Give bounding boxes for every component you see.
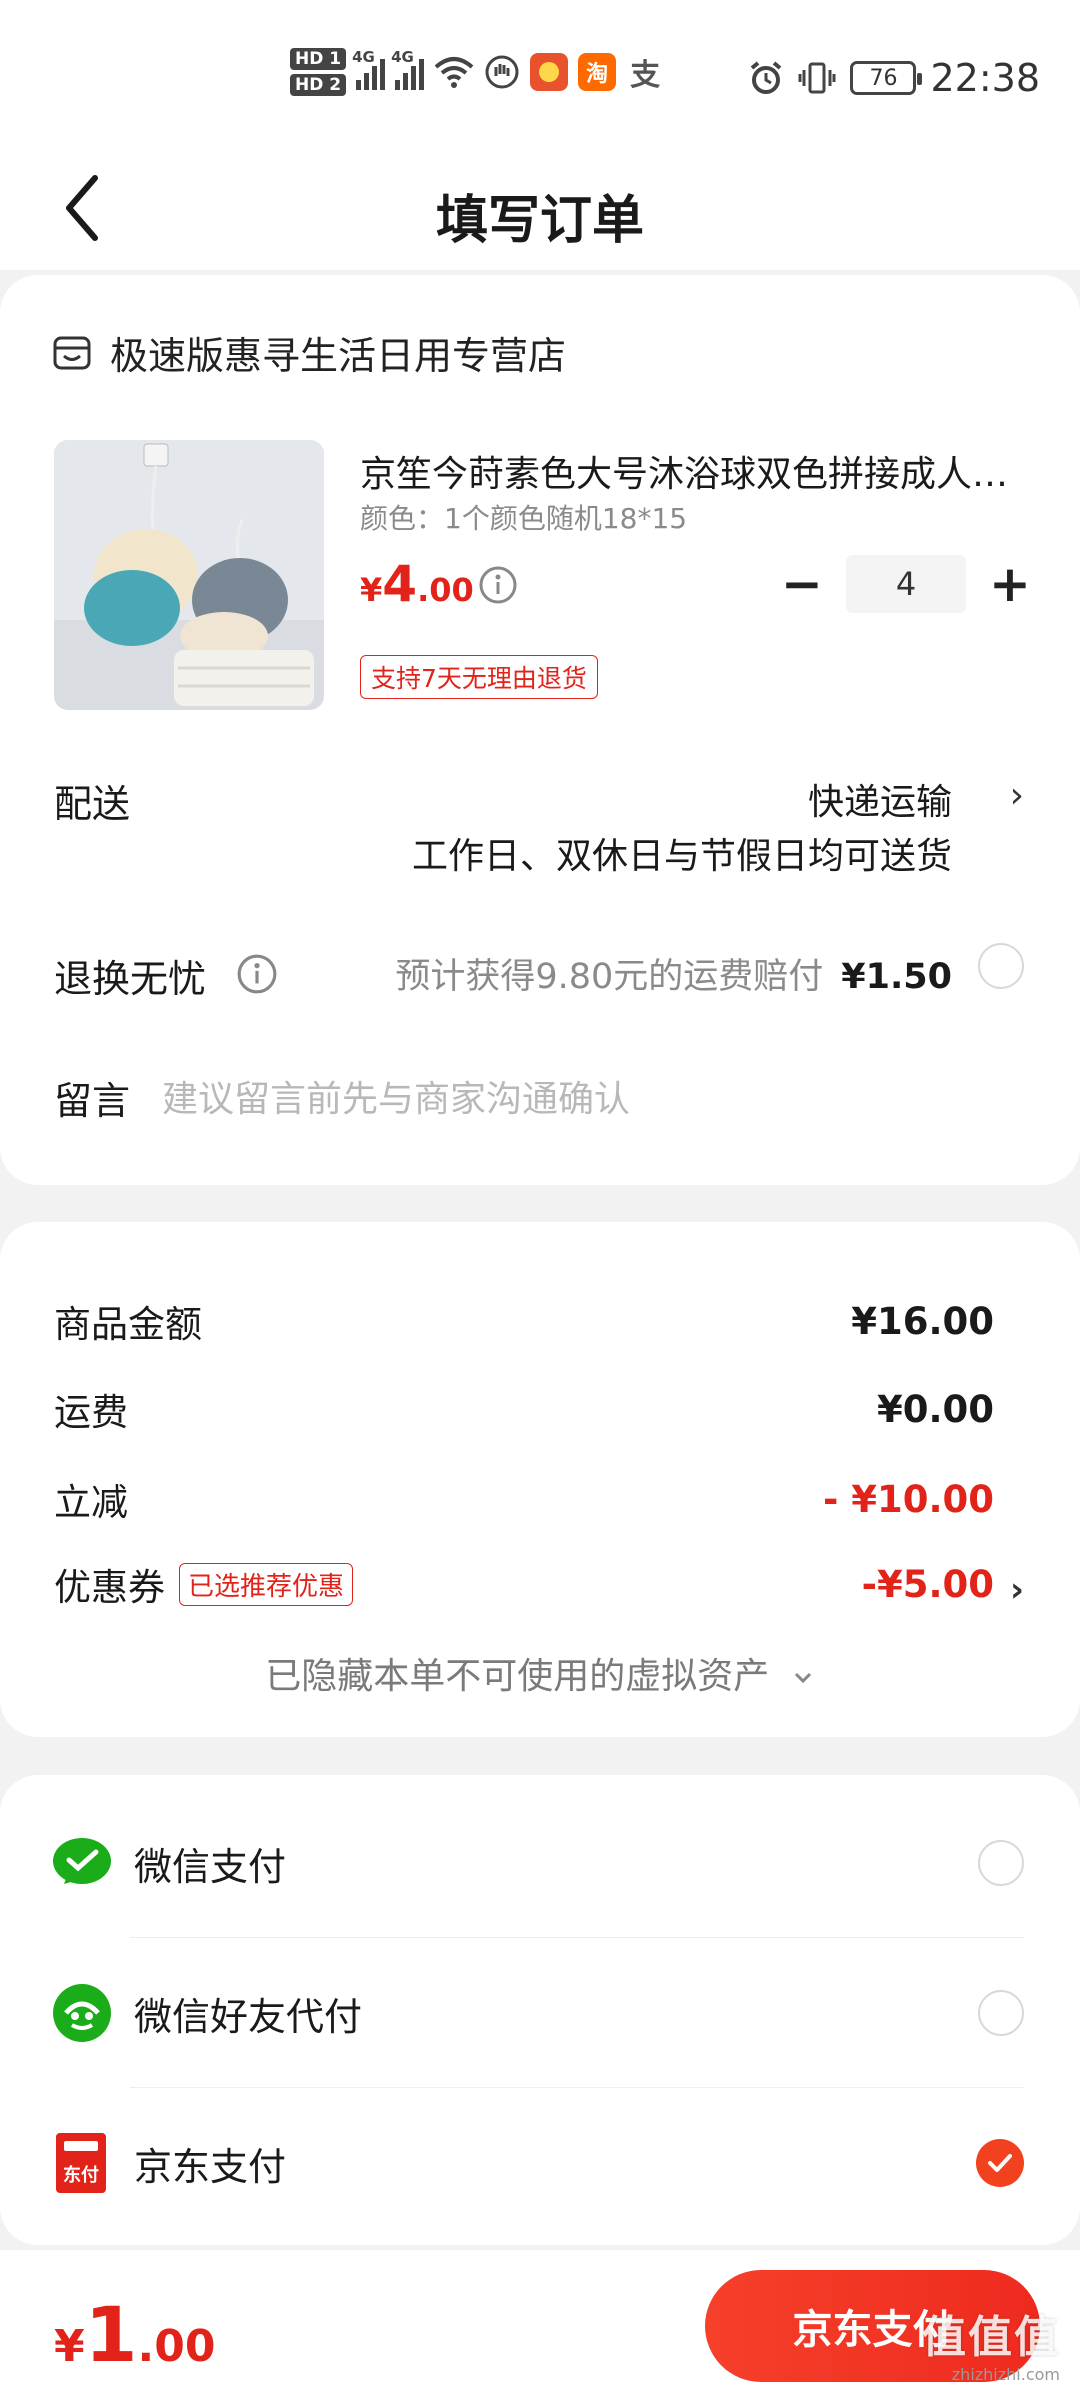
shipping-fee-row: 运费 ¥0.00 [54,1382,994,1436]
total-currency: ¥ [54,2321,85,2372]
hand-shield-icon [485,55,519,89]
wechat-friend-pay-icon [53,1984,111,2042]
jd-pay-checked-icon[interactable] [976,2139,1024,2187]
hd2-badge: HD 2 [290,74,347,96]
worry-free-label: 退换无忧 [54,957,207,1001]
jd-pay-icon-text: 东付 [63,2165,99,2186]
product-price: ¥4.00 [360,555,474,613]
product-spec: 颜色：1个颜色随机18*15 [360,502,688,535]
alarm-icon [751,61,782,94]
status-icons-right: 76 22:38 [748,56,1040,100]
payment-methods-card: 微信支付 微信好友代付 东付 京东支付 [0,1775,1080,2245]
message-input[interactable]: 建议留言前先与商家沟通确认 [162,1070,630,1122]
chevron-down-icon [794,1672,811,1684]
payment-option-label: 京东支付 [134,2144,287,2189]
discount-row: 立减 - ¥10.00 [54,1472,994,1526]
status-bar: HD 1 HD 2 4G 4G 淘 支 76 22:38 [0,0,1080,150]
game-app-icon [530,53,569,91]
alipay-app-icon: 支 [626,53,665,93]
delivery-label: 配送 [54,782,131,826]
wechat-pay-radio[interactable] [978,1840,1024,1886]
shipping-fee-label: 运费 [54,1391,128,1434]
clock: 22:38 [930,56,1040,100]
divider [130,2087,1024,2088]
worry-free-radio[interactable] [978,943,1024,989]
price-integer: 4 [382,555,418,613]
shipping-fee-value: ¥0.00 [876,1387,994,1431]
watermark-logo: 值值值 [922,2312,1060,2363]
signal-1-icon: 4G [352,48,386,90]
worry-free-info-icon[interactable] [236,953,278,995]
goods-amount-label: 商品金额 [54,1303,202,1346]
jd-pay-icon: 东付 [56,2133,106,2193]
hd-indicator: HD 1 HD 2 [290,48,347,96]
order-card: 极速版惠寻生活日用专营店 京笙今莳素色大号沐浴球双色拼接成人儿童洗澡海绵搓背浴花… [0,275,1080,1185]
store-icon [53,336,91,369]
discount-value: - ¥10.00 [822,1477,994,1521]
hd1-badge: HD 1 [290,48,347,70]
store-name: 极速版惠寻生活日用专营店 [110,334,567,378]
discount-label: 立减 [54,1481,128,1524]
product-title[interactable]: 京笙今莳素色大号沐浴球双色拼接成人儿童洗澡海绵搓背浴花 [360,445,1032,497]
decrease-quantity-button[interactable]: − [781,555,823,613]
hidden-assets-toggle[interactable]: 已隐藏本单不可使用的虚拟资产 [0,1647,1080,1699]
delivery-note: 工作日、双休日与节假日均可送货 [411,836,952,877]
coupon-selected-tag: 已选推荐优惠 [179,1562,354,1606]
coupon-label-group: 优惠券 已选推荐优惠 [54,1557,354,1611]
chevron-right-icon[interactable]: › [1010,775,1024,816]
worry-free-price: ¥1.50 [841,957,952,997]
delivery-method[interactable]: 快递运输 [808,773,952,825]
coupon-chevron-right-icon[interactable]: › [1010,1570,1024,1610]
checkout-bar: ¥1.00 京东支付 值值值 zhizhizhi.com [0,2250,1080,2400]
total-integer: 1 [84,2290,138,2379]
coupon-value: -¥5.00 [861,1562,994,1606]
order-total: ¥1.00 [54,2290,215,2379]
battery-icon: 76 [850,61,923,95]
hidden-assets-text: 已隐藏本单不可使用的虚拟资产 [265,1656,770,1697]
coupon-row[interactable]: 优惠券 已选推荐优惠 -¥5.00 [54,1557,994,1611]
worry-free-desc: 预计获得9.80元的运费赔付 ¥1.50 [395,948,952,999]
status-icons-left: HD 1 HD 2 4G 4G 淘 支 [290,48,665,96]
taobao-app-icon: 淘 [578,53,617,91]
increase-quantity-button[interactable]: + [989,555,1031,613]
watermark-url: zhizhizhi.com [951,2365,1060,2384]
total-decimal: .00 [137,2321,216,2372]
payment-option-jd[interactable]: 东付 京东支付 [52,2113,1024,2213]
price-decimal: .00 [417,571,474,609]
payment-option-label: 微信好友代付 [134,1994,363,2039]
wifi-icon [434,57,474,88]
message-label: 留言 [54,1079,131,1123]
product-image[interactable] [54,440,324,710]
wechat-friend-pay-radio[interactable] [978,1990,1024,2036]
net1-label: 4G [352,48,375,66]
payment-option-label: 微信支付 [134,1844,287,1889]
price-summary-card: 商品金额 ¥16.00 运费 ¥0.00 立减 - ¥10.00 优惠券 已选推… [0,1222,1080,1737]
wechat-pay-icon [53,1838,111,1884]
nav-bar: 填写订单 [0,150,1080,270]
price-info-icon[interactable] [478,565,518,605]
payment-option-wechat-friend[interactable]: 微信好友代付 [52,1963,1024,2063]
vibrate-icon [798,62,836,94]
payment-option-wechat[interactable]: 微信支付 [52,1813,1024,1913]
goods-amount-row: 商品金额 ¥16.00 [54,1294,994,1348]
page-title: 填写订单 [435,191,644,251]
quantity-stepper: − 4 + [781,555,1031,613]
watermark: 值值值 zhizhizhi.com [922,2301,1060,2384]
price-currency: ¥ [360,571,383,609]
net2-label: 4G [391,48,414,66]
coupon-label: 优惠券 [54,1566,165,1609]
divider [130,1937,1024,1938]
goods-amount-value: ¥16.00 [851,1299,994,1343]
quantity-input[interactable]: 4 [846,555,966,613]
store-header[interactable]: 极速版惠寻生活日用专营店 [52,325,566,380]
signal-2-icon: 4G [391,48,425,90]
worry-free-text: 预计获得9.80元的运费赔付 [395,957,824,997]
return-policy-tag: 支持7天无理由退货 [360,655,598,699]
